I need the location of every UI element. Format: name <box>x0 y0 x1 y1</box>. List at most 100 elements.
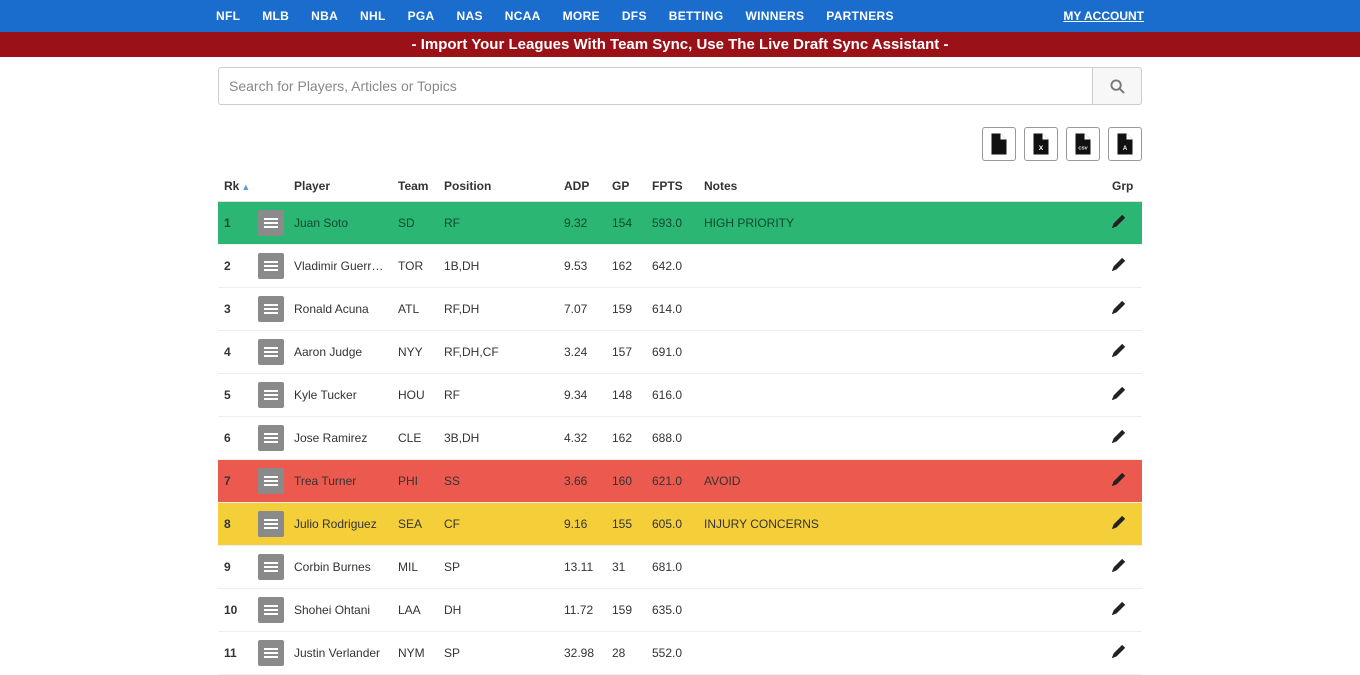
promo-banner[interactable]: - Import Your Leagues With Team Sync, Us… <box>0 32 1360 57</box>
top-nav: NFL MLB NBA NHL PGA NAS NCAA MORE DFS BETTING WINN… <box>0 0 1360 32</box>
cell-adp: 32.98 <box>558 632 606 675</box>
drag-handle[interactable] <box>258 296 284 322</box>
cell-player[interactable]: Justin Verlander <box>288 632 392 675</box>
drag-handle[interactable] <box>258 382 284 408</box>
export-csv-button[interactable]: CSV <box>1066 127 1100 161</box>
cell-notes <box>698 331 1106 374</box>
cell-rk: 6 <box>218 417 252 460</box>
drag-handle[interactable] <box>258 554 284 580</box>
col-header-gp[interactable]: GP <box>606 171 646 202</box>
edit-icon[interactable] <box>1112 516 1125 532</box>
cell-adp: 3.24 <box>558 331 606 374</box>
nav-link-partners[interactable]: PARTNERS <box>826 9 894 23</box>
edit-icon[interactable] <box>1112 301 1125 317</box>
file-pdf-icon: A <box>1116 133 1134 155</box>
drag-handle[interactable] <box>258 640 284 666</box>
export-pdf-button[interactable]: A <box>1108 127 1142 161</box>
cell-player[interactable]: Jose Ramirez <box>288 417 392 460</box>
nav-link-pga[interactable]: PGA <box>408 9 435 23</box>
drag-handle[interactable] <box>258 253 284 279</box>
nav-link-ncaa[interactable]: NCAA <box>505 9 541 23</box>
cell-drag <box>252 503 288 546</box>
nav-link-nba[interactable]: NBA <box>311 9 338 23</box>
cell-player[interactable]: Aaron Judge <box>288 331 392 374</box>
table-header-row: Rk▲ Player Team Position ADP GP FPTS Not… <box>218 171 1142 202</box>
cell-position: SP <box>438 632 558 675</box>
table-row: 11Justin VerlanderNYMSP32.9828552.0 <box>218 632 1142 675</box>
export-xls-button[interactable]: X <box>1024 127 1058 161</box>
edit-icon[interactable] <box>1112 430 1125 446</box>
cell-position: SS <box>438 460 558 503</box>
cell-grp <box>1106 632 1142 675</box>
nav-link-nhl[interactable]: NHL <box>360 9 386 23</box>
drag-handle[interactable] <box>258 468 284 494</box>
cell-drag <box>252 245 288 288</box>
drag-handle[interactable] <box>258 425 284 451</box>
nav-link-mlb[interactable]: MLB <box>262 9 289 23</box>
edit-icon[interactable] <box>1112 602 1125 618</box>
drag-handle[interactable] <box>258 339 284 365</box>
file-xls-icon: X <box>1032 133 1050 155</box>
cell-player[interactable]: Ronald Acuna <box>288 288 392 331</box>
edit-icon[interactable] <box>1112 215 1125 231</box>
cell-team: NYM <box>392 632 438 675</box>
edit-icon[interactable] <box>1112 473 1125 489</box>
cell-adp: 9.16 <box>558 503 606 546</box>
cell-team: SD <box>392 202 438 245</box>
search-input[interactable] <box>218 67 1092 105</box>
nav-link-dfs[interactable]: DFS <box>622 9 647 23</box>
cell-team: CLE <box>392 417 438 460</box>
col-header-team[interactable]: Team <box>392 171 438 202</box>
cell-position: DH <box>438 589 558 632</box>
table-row: 10Shohei OhtaniLAADH11.72159635.0 <box>218 589 1142 632</box>
edit-icon[interactable] <box>1112 387 1125 403</box>
table-row: 7Trea TurnerPHISS3.66160621.0AVOID <box>218 460 1142 503</box>
my-account-link[interactable]: MY ACCOUNT <box>1063 9 1144 23</box>
drag-handle[interactable] <box>258 210 284 236</box>
col-header-rk[interactable]: Rk▲ <box>218 171 252 202</box>
cell-gp: 154 <box>606 202 646 245</box>
cell-player[interactable]: Juan Soto <box>288 202 392 245</box>
cell-player[interactable]: Corbin Burnes <box>288 546 392 589</box>
col-header-fpts[interactable]: FPTS <box>646 171 698 202</box>
file-doc-icon <box>990 133 1008 155</box>
file-csv-icon: CSV <box>1074 133 1092 155</box>
cell-notes <box>698 417 1106 460</box>
cell-player[interactable]: Kyle Tucker <box>288 374 392 417</box>
edit-icon[interactable] <box>1112 559 1125 575</box>
cell-player[interactable]: Vladimir Guerrero Jr. <box>288 245 392 288</box>
cell-position: 1B,DH <box>438 245 558 288</box>
col-header-grp[interactable]: Grp <box>1106 171 1142 202</box>
cell-fpts: 621.0 <box>646 460 698 503</box>
rankings-table: Rk▲ Player Team Position ADP GP FPTS Not… <box>218 171 1142 675</box>
cell-grp <box>1106 288 1142 331</box>
drag-handle[interactable] <box>258 597 284 623</box>
sort-asc-icon: ▲ <box>241 182 250 192</box>
cell-grp <box>1106 202 1142 245</box>
cell-drag <box>252 417 288 460</box>
nav-link-nas[interactable]: NAS <box>457 9 483 23</box>
export-doc-button[interactable] <box>982 127 1016 161</box>
cell-player[interactable]: Shohei Ohtani <box>288 589 392 632</box>
cell-grp <box>1106 331 1142 374</box>
cell-notes <box>698 632 1106 675</box>
search-button[interactable] <box>1092 67 1142 105</box>
cell-grp <box>1106 417 1142 460</box>
col-header-adp[interactable]: ADP <box>558 171 606 202</box>
col-header-position[interactable]: Position <box>438 171 558 202</box>
cell-player[interactable]: Trea Turner <box>288 460 392 503</box>
drag-handle[interactable] <box>258 511 284 537</box>
nav-link-nfl[interactable]: NFL <box>216 9 240 23</box>
cell-drag <box>252 331 288 374</box>
nav-link-winners[interactable]: WINNERS <box>746 9 805 23</box>
col-header-player[interactable]: Player <box>288 171 392 202</box>
edit-icon[interactable] <box>1112 344 1125 360</box>
edit-icon[interactable] <box>1112 645 1125 661</box>
cell-player[interactable]: Julio Rodriguez <box>288 503 392 546</box>
edit-icon[interactable] <box>1112 258 1125 274</box>
nav-link-more[interactable]: MORE <box>563 9 600 23</box>
cell-fpts: 681.0 <box>646 546 698 589</box>
nav-link-betting[interactable]: BETTING <box>669 9 724 23</box>
search-icon <box>1110 79 1125 94</box>
col-header-notes[interactable]: Notes <box>698 171 1106 202</box>
